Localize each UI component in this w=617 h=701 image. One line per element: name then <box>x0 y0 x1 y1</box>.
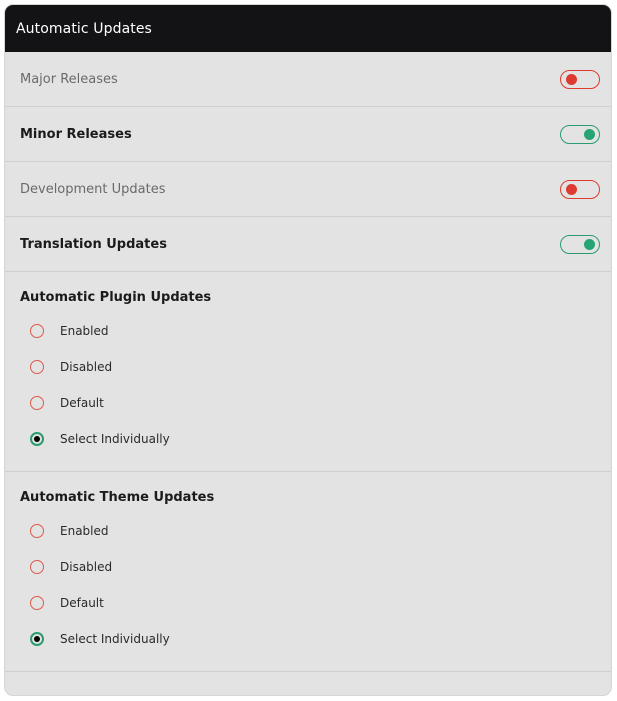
radio-label: Enabled <box>60 324 109 338</box>
theme-option-default[interactable]: Default <box>20 585 611 621</box>
theme-option-disabled[interactable]: Disabled <box>20 549 611 585</box>
panel-header: Automatic Updates <box>5 5 611 52</box>
radio-label: Select Individually <box>60 632 170 646</box>
radio-label: Disabled <box>60 360 113 374</box>
plugin-updates-title: Automatic Plugin Updates <box>20 290 212 305</box>
radio-label: Default <box>60 596 104 610</box>
toggle-knob <box>584 128 595 140</box>
panel-title: Automatic Updates <box>16 20 152 37</box>
major-releases-toggle[interactable] <box>560 69 600 89</box>
plugin-option-enabled[interactable]: Enabled <box>20 313 611 349</box>
theme-updates-section: Automatic Theme Updates Enabled Disabled… <box>5 472 611 672</box>
minor-releases-row: Minor Releases <box>5 107 611 162</box>
radio-button[interactable] <box>30 596 44 610</box>
development-updates-label: Development Updates <box>20 181 166 197</box>
minor-releases-toggle[interactable] <box>560 124 600 144</box>
radio-button-checked[interactable] <box>30 432 44 446</box>
radio-button[interactable] <box>30 560 44 574</box>
toggle-knob <box>566 73 577 85</box>
major-releases-row: Major Releases <box>5 52 611 107</box>
theme-option-select-individually[interactable]: Select Individually <box>20 621 611 657</box>
radio-label: Default <box>60 396 104 410</box>
radio-button-checked[interactable] <box>30 632 44 646</box>
radio-button[interactable] <box>30 396 44 410</box>
translation-updates-label: Translation Updates <box>20 236 167 252</box>
plugin-option-default[interactable]: Default <box>20 385 611 421</box>
radio-button[interactable] <box>30 524 44 538</box>
minor-releases-label: Minor Releases <box>20 126 132 142</box>
translation-updates-toggle[interactable] <box>560 234 600 254</box>
radio-label: Select Individually <box>60 432 170 446</box>
radio-label: Enabled <box>60 524 109 538</box>
radio-button[interactable] <box>30 360 44 374</box>
theme-option-enabled[interactable]: Enabled <box>20 513 611 549</box>
theme-updates-title: Automatic Theme Updates <box>20 490 215 505</box>
plugin-option-select-individually[interactable]: Select Individually <box>20 421 611 457</box>
development-updates-row: Development Updates <box>5 162 611 217</box>
radio-label: Disabled <box>60 560 113 574</box>
radio-button[interactable] <box>30 324 44 338</box>
toggle-knob <box>584 238 595 250</box>
toggle-knob <box>566 183 577 195</box>
plugin-updates-section: Automatic Plugin Updates Enabled Disable… <box>5 272 611 472</box>
development-updates-toggle[interactable] <box>560 179 600 199</box>
major-releases-label: Major Releases <box>20 71 118 87</box>
translation-updates-row: Translation Updates <box>5 217 611 272</box>
plugin-option-disabled[interactable]: Disabled <box>20 349 611 385</box>
automatic-updates-panel: Automatic Updates Major Releases Minor R… <box>5 5 611 695</box>
